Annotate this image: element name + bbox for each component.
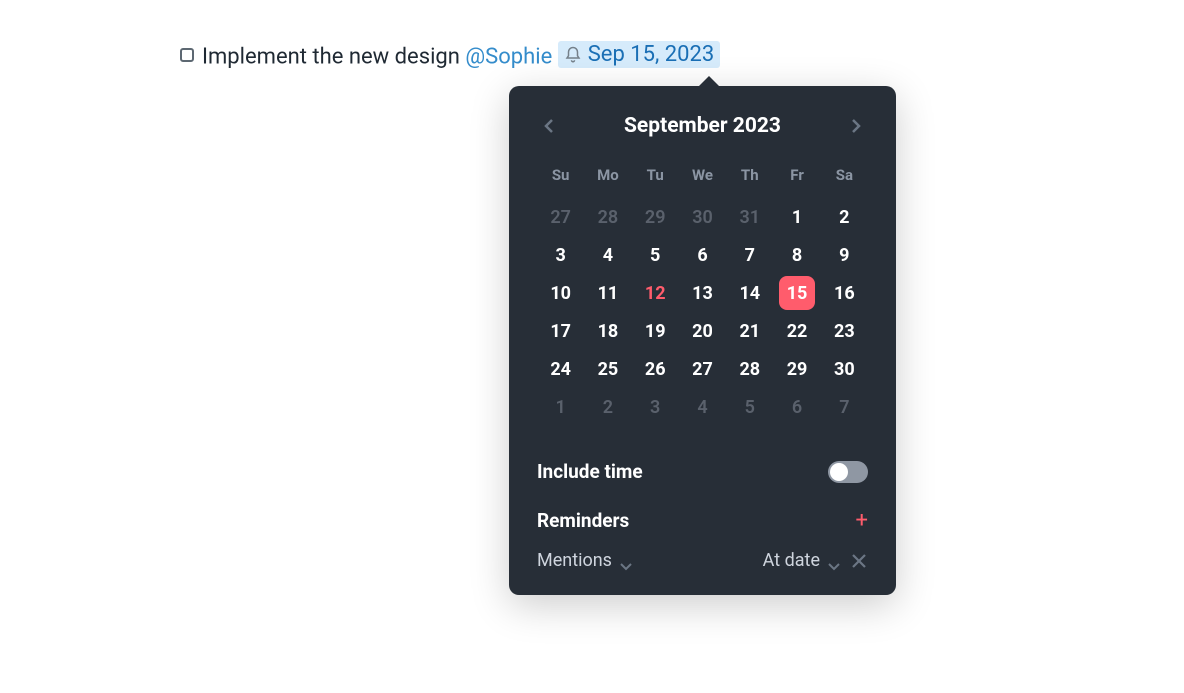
bell-icon xyxy=(564,46,582,64)
calendar-day[interactable]: 21 xyxy=(726,312,773,350)
calendar-title: September 2023 xyxy=(624,114,781,138)
calendar-day[interactable]: 31 xyxy=(726,198,773,236)
calendar-day[interactable]: 5 xyxy=(726,388,773,426)
calendar-day[interactable]: 18 xyxy=(584,312,631,350)
calendar-day[interactable]: 13 xyxy=(679,274,726,312)
calendar-day[interactable]: 7 xyxy=(821,388,868,426)
calendar-day[interactable]: 2 xyxy=(821,198,868,236)
calendar-day[interactable]: 2 xyxy=(584,388,631,426)
calendar-day[interactable]: 22 xyxy=(773,312,820,350)
chevron-left-icon xyxy=(544,118,554,134)
calendar-day[interactable]: 15 xyxy=(773,274,820,312)
calendar-day[interactable]: 30 xyxy=(679,198,726,236)
calendar-day[interactable]: 1 xyxy=(773,198,820,236)
include-time-label: Include time xyxy=(537,460,643,483)
task-line: Implement the new design @Sophie Sep 15,… xyxy=(180,41,720,70)
weekday-header: Sa xyxy=(821,166,868,198)
date-popover: September 2023 SuMoTuWeThFrSa27282930311… xyxy=(509,86,896,595)
calendar-day[interactable]: 30 xyxy=(821,350,868,388)
weekday-header: Su xyxy=(537,166,584,198)
prev-month-button[interactable] xyxy=(537,114,561,138)
calendar-day[interactable]: 1 xyxy=(537,388,584,426)
calendar-header: September 2023 xyxy=(537,114,868,138)
calendar-day[interactable]: 3 xyxy=(537,236,584,274)
calendar-grid: SuMoTuWeThFrSa27282930311234567891011121… xyxy=(537,166,868,426)
calendar-day[interactable]: 9 xyxy=(821,236,868,274)
reminder-type-select[interactable]: Mentions xyxy=(537,550,632,571)
reminder-when-value: At date xyxy=(763,550,820,571)
add-reminder-button[interactable]: + xyxy=(856,510,868,532)
calendar-day[interactable]: 8 xyxy=(773,236,820,274)
calendar-day[interactable]: 11 xyxy=(584,274,631,312)
reminder-when-select[interactable]: At date xyxy=(763,550,840,571)
weekday-header: Th xyxy=(726,166,773,198)
weekday-header: Mo xyxy=(584,166,631,198)
calendar-day[interactable]: 20 xyxy=(679,312,726,350)
calendar-day[interactable]: 4 xyxy=(679,388,726,426)
calendar-day[interactable]: 27 xyxy=(537,198,584,236)
calendar-day[interactable]: 5 xyxy=(632,236,679,274)
reminders-label: Reminders xyxy=(537,509,629,532)
reminders-header-row: Reminders + xyxy=(537,509,868,532)
calendar-day[interactable]: 25 xyxy=(584,350,631,388)
calendar-day[interactable]: 6 xyxy=(773,388,820,426)
calendar-day[interactable]: 16 xyxy=(821,274,868,312)
reminder-type-value: Mentions xyxy=(537,550,612,571)
include-time-row: Include time xyxy=(537,460,868,483)
calendar-day[interactable]: 29 xyxy=(773,350,820,388)
calendar-day[interactable]: 17 xyxy=(537,312,584,350)
weekday-header: Fr xyxy=(773,166,820,198)
calendar-day[interactable]: 4 xyxy=(584,236,631,274)
include-time-toggle[interactable] xyxy=(828,461,868,483)
calendar-day[interactable]: 24 xyxy=(537,350,584,388)
calendar-day[interactable]: 26 xyxy=(632,350,679,388)
calendar-day[interactable]: 19 xyxy=(632,312,679,350)
calendar-day[interactable]: 7 xyxy=(726,236,773,274)
weekday-header: Tu xyxy=(632,166,679,198)
calendar-day[interactable]: 28 xyxy=(584,198,631,236)
next-month-button[interactable] xyxy=(844,114,868,138)
task-text: Implement the new design @Sophie Sep 15,… xyxy=(202,41,720,70)
chevron-down-icon xyxy=(828,563,840,571)
calendar-day[interactable]: 6 xyxy=(679,236,726,274)
calendar-day[interactable]: 29 xyxy=(632,198,679,236)
chevron-right-icon xyxy=(851,118,861,134)
weekday-header: We xyxy=(679,166,726,198)
calendar-day[interactable]: 23 xyxy=(821,312,868,350)
task-checkbox[interactable] xyxy=(180,48,194,62)
remove-reminder-button[interactable] xyxy=(852,553,868,569)
calendar-day[interactable]: 14 xyxy=(726,274,773,312)
close-icon xyxy=(852,554,866,568)
date-chip[interactable]: Sep 15, 2023 xyxy=(558,41,721,68)
calendar-day[interactable]: 3 xyxy=(632,388,679,426)
chevron-down-icon xyxy=(620,563,632,571)
calendar-day[interactable]: 10 xyxy=(537,274,584,312)
calendar-day[interactable]: 12 xyxy=(632,274,679,312)
calendar-day[interactable]: 28 xyxy=(726,350,773,388)
calendar-day[interactable]: 27 xyxy=(679,350,726,388)
reminder-row: Mentions At date xyxy=(537,550,868,571)
toggle-knob xyxy=(830,463,848,481)
mention[interactable]: @Sophie xyxy=(465,45,552,70)
